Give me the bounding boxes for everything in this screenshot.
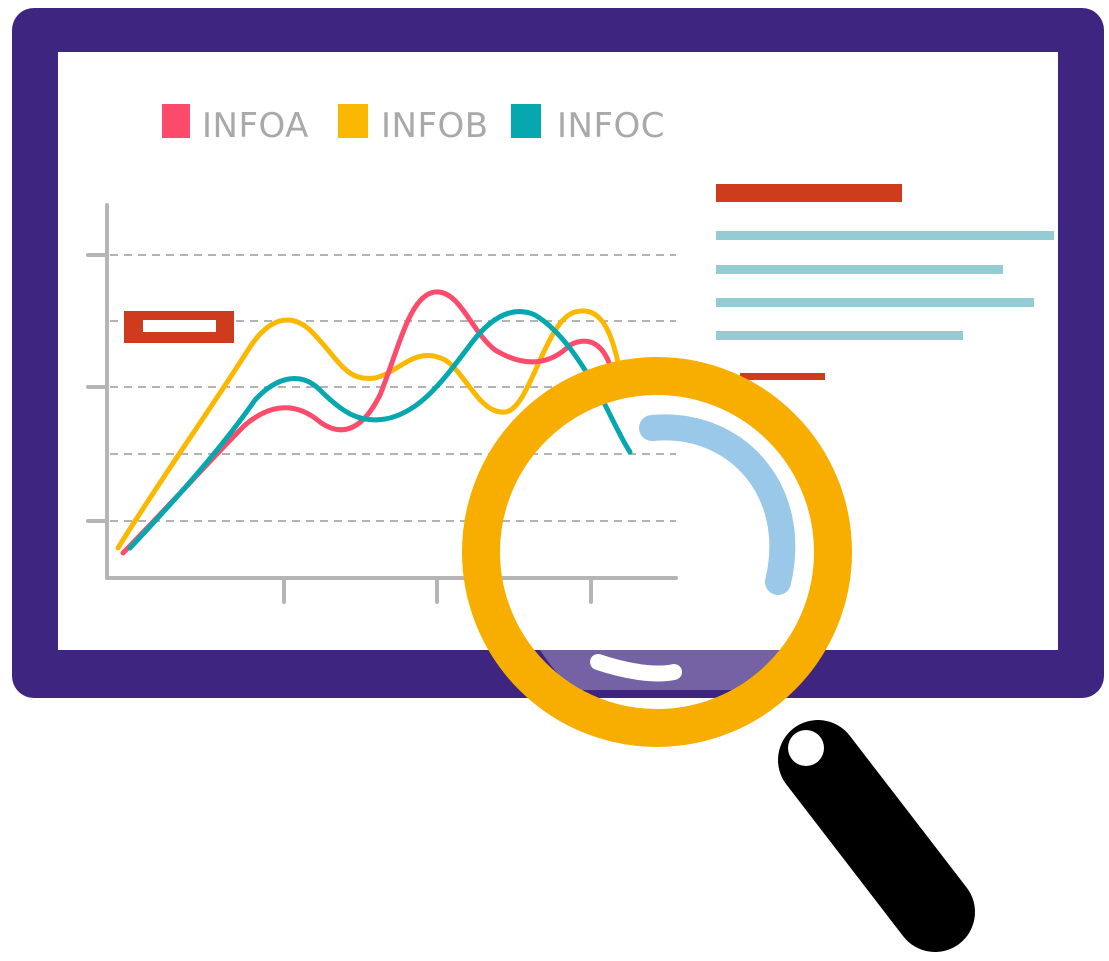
legend-swatch-infoa — [162, 104, 190, 138]
analytics-illustration: INFOA INFOB INFOC — [12, 8, 1104, 952]
legend-swatch-infoc — [511, 104, 541, 138]
chart-legend: INFOA INFOB INFOC — [162, 104, 665, 146]
text-panel-line-2 — [716, 265, 1003, 274]
legend-label-infoc: INFOC — [557, 106, 665, 146]
legend-swatch-infob — [338, 104, 368, 138]
text-panel-heading-bar — [716, 184, 902, 202]
legend-label-infoa: INFOA — [202, 106, 309, 146]
text-panel-line-1 — [716, 231, 1054, 240]
legend-label-infob: INFOB — [381, 106, 489, 146]
text-panel-line-3 — [716, 298, 1034, 307]
annotation-tag-inner — [143, 320, 216, 332]
chart-annotation-tag — [124, 311, 234, 343]
magnifier-collar — [788, 730, 824, 766]
text-panel-footer-bar — [740, 373, 825, 380]
magnifier-handle — [778, 720, 975, 952]
text-panel-line-4 — [716, 331, 963, 340]
